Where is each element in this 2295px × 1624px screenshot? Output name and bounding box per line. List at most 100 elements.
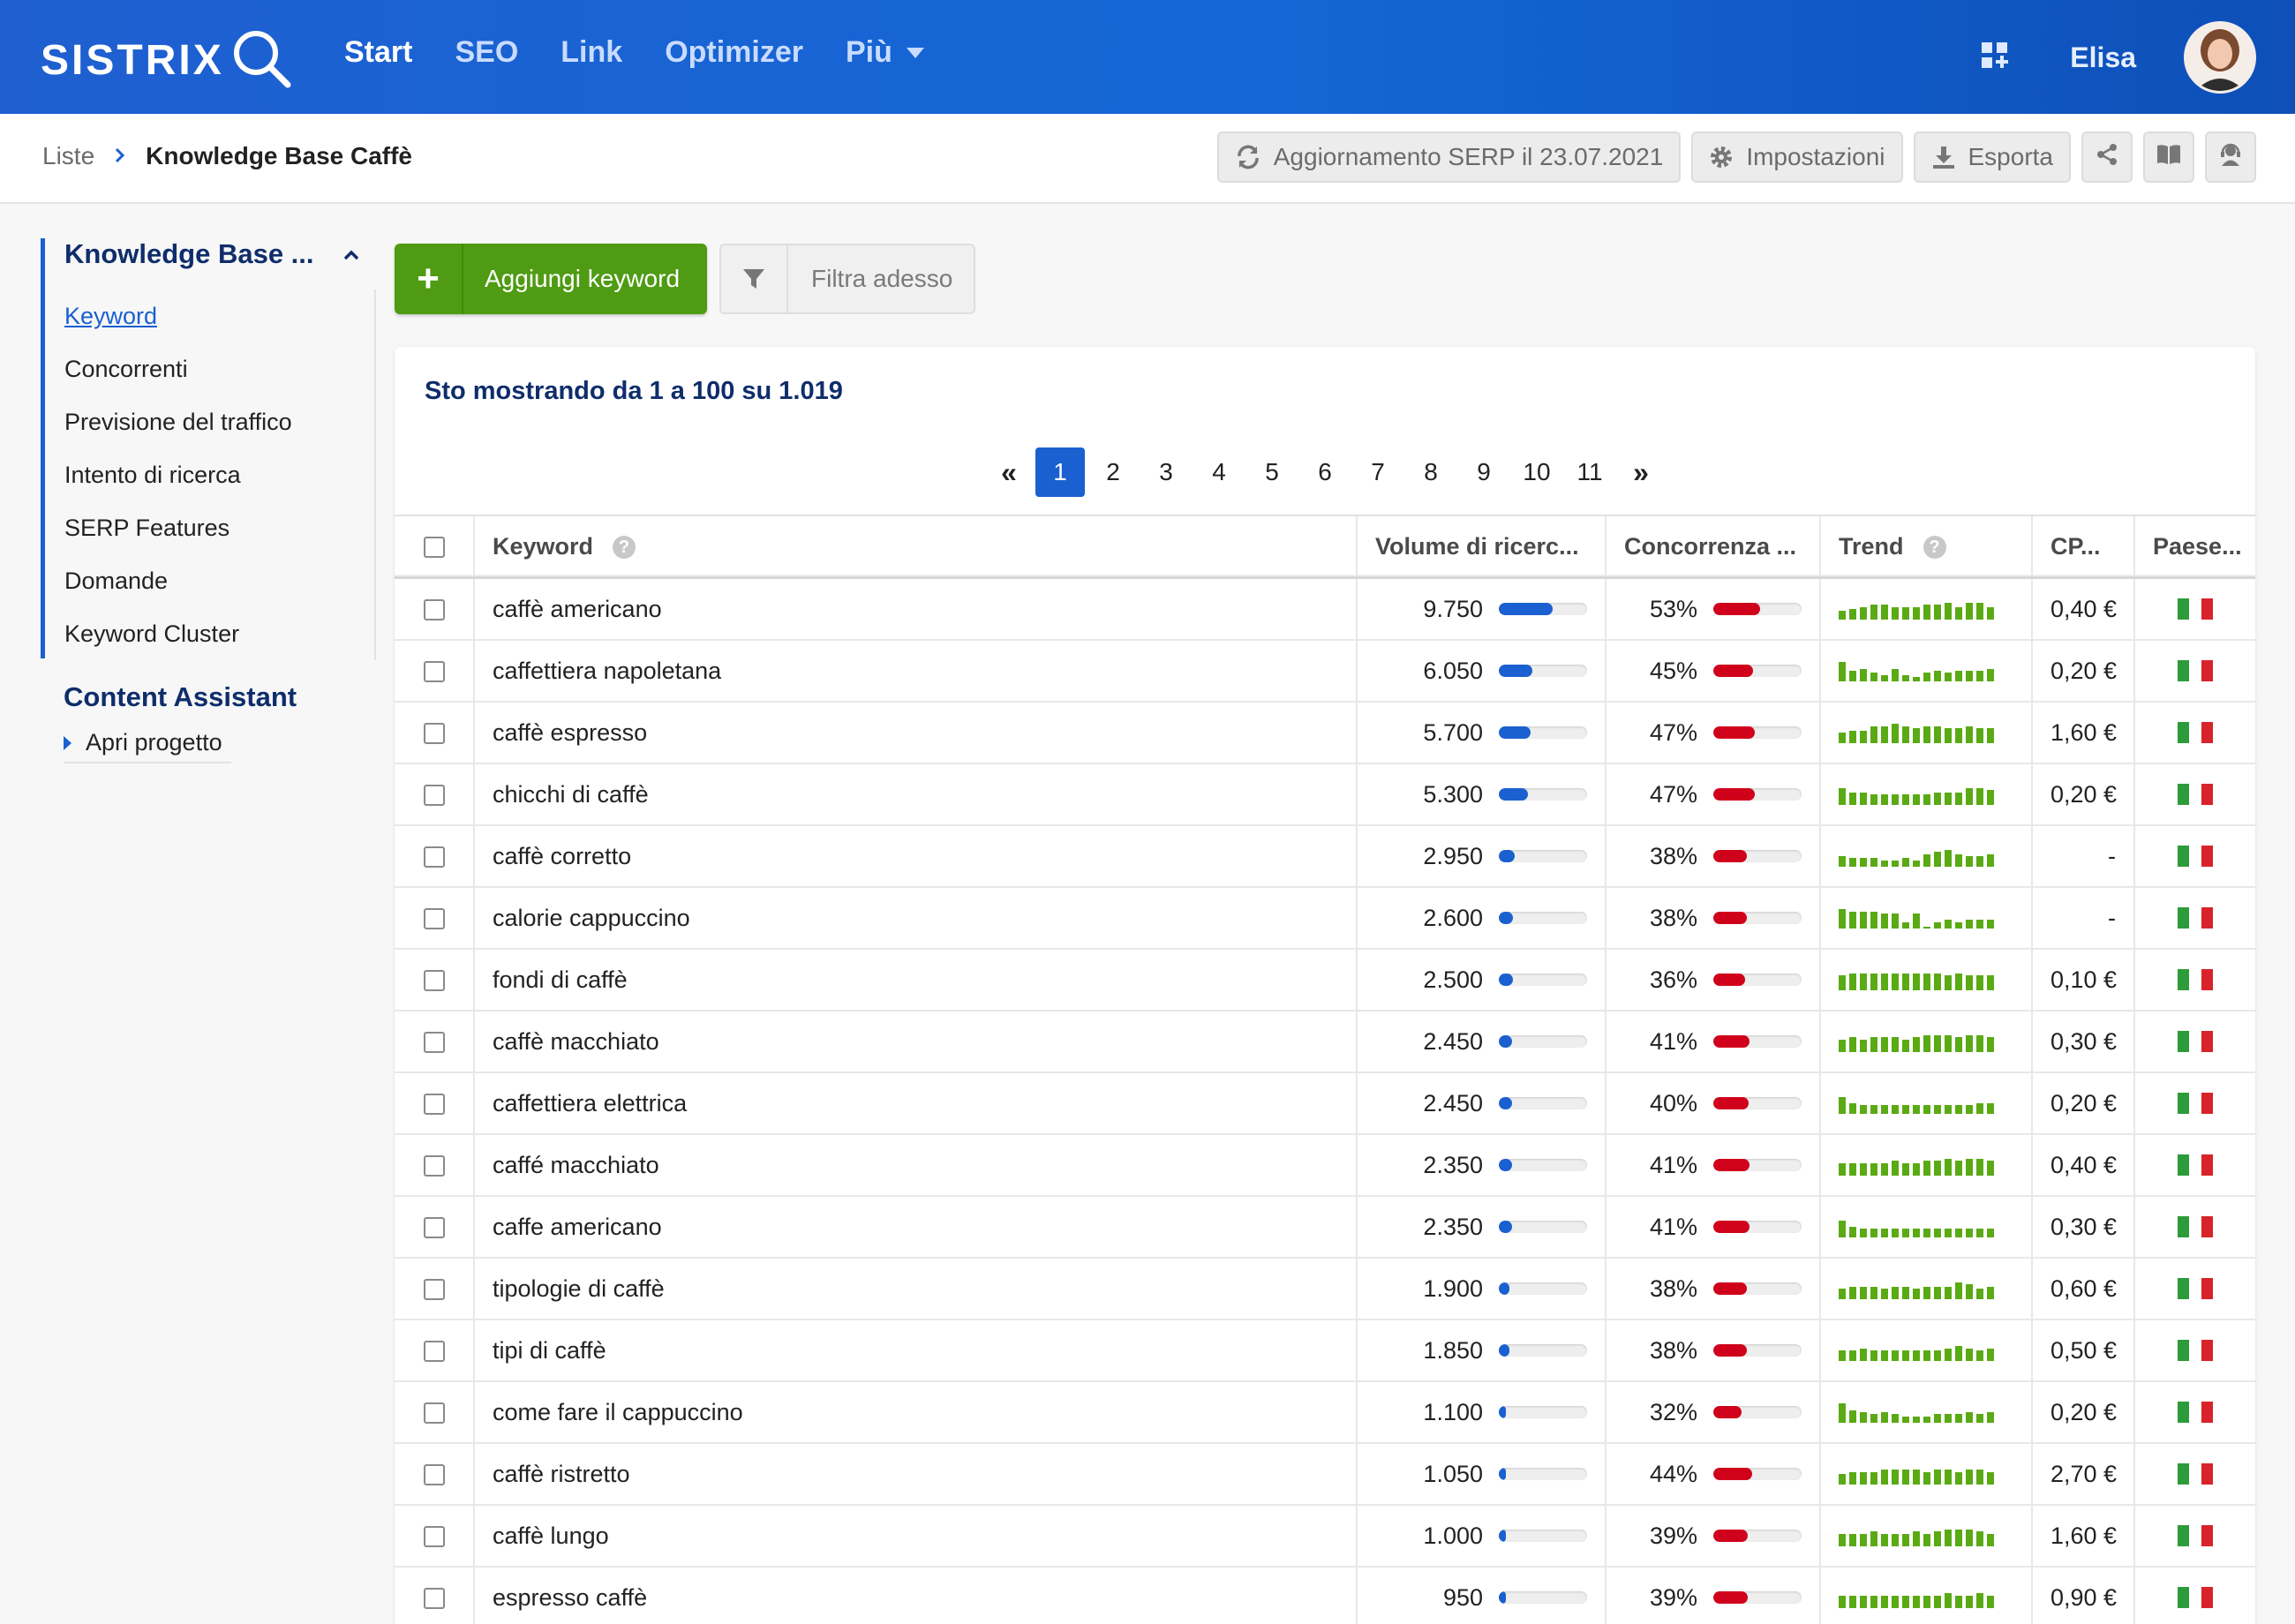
row-checkbox[interactable] xyxy=(423,1588,445,1610)
add-keyword-button[interactable]: + Aggiungi keyword xyxy=(395,244,707,314)
sidebar-item-keyword[interactable]: Keyword xyxy=(64,289,374,342)
breadcrumb-root-link[interactable]: Liste xyxy=(42,142,94,170)
page-button-3[interactable]: 3 xyxy=(1141,447,1191,497)
keyword-cell[interactable]: fondi di caffè xyxy=(473,949,1357,1011)
column-header-trend[interactable]: Trend? xyxy=(1819,515,2032,579)
row-checkbox[interactable] xyxy=(423,785,445,807)
help-icon[interactable]: ? xyxy=(1923,536,1946,560)
page-button-8[interactable]: 8 xyxy=(1406,447,1456,497)
row-checkbox[interactable] xyxy=(423,1217,445,1239)
nav-link[interactable]: Link xyxy=(561,35,622,70)
table-row[interactable]: caffè ristretto 1.050 44% 2,70 € xyxy=(395,1443,2255,1506)
share-button[interactable] xyxy=(2081,132,2133,183)
table-row[interactable]: caffe americano 2.350 41% 0,30 € xyxy=(395,1196,2255,1259)
table-row[interactable]: fondi di caffè 2.500 36% 0,10 € xyxy=(395,949,2255,1011)
keyword-cell[interactable]: come fare il cappuccino xyxy=(473,1381,1357,1444)
trend-cell[interactable] xyxy=(1819,702,2032,764)
trend-cell[interactable] xyxy=(1819,763,2032,826)
keyword-cell[interactable]: caffettiera elettrica xyxy=(473,1072,1357,1135)
sistrix-logo[interactable]: SISTRIX xyxy=(41,26,293,94)
keyword-cell[interactable]: caffettiera napoletana xyxy=(473,640,1357,703)
trend-cell[interactable] xyxy=(1819,1567,2032,1624)
page-button-9[interactable]: 9 xyxy=(1459,447,1509,497)
nav-optimizer[interactable]: Optimizer xyxy=(665,35,803,70)
export-button[interactable]: Esporta xyxy=(1913,132,2071,183)
row-checkbox[interactable] xyxy=(423,1341,445,1363)
keyword-cell[interactable]: caffe americano xyxy=(473,1196,1357,1259)
column-header-competition[interactable]: Concorrenza ... xyxy=(1605,515,1820,579)
table-row[interactable]: caffè corretto 2.950 38% - xyxy=(395,825,2255,888)
keyword-cell[interactable]: caffè espresso xyxy=(473,702,1357,764)
page-button-2[interactable]: 2 xyxy=(1088,447,1138,497)
row-checkbox[interactable] xyxy=(423,908,445,930)
keyword-cell[interactable]: caffé macchiato xyxy=(473,1134,1357,1197)
row-checkbox[interactable] xyxy=(423,970,445,992)
filter-button[interactable]: Filtra adesso xyxy=(719,244,975,314)
page-button-11[interactable]: 11 xyxy=(1565,447,1614,497)
row-checkbox[interactable] xyxy=(423,661,445,683)
row-checkbox[interactable] xyxy=(423,846,445,868)
row-checkbox[interactable] xyxy=(423,1155,445,1177)
trend-cell[interactable] xyxy=(1819,577,2032,641)
handbook-button[interactable] xyxy=(2143,132,2194,183)
last-page-button[interactable]: » xyxy=(1616,447,1666,497)
keyword-cell[interactable]: calorie cappuccino xyxy=(473,887,1357,950)
row-checkbox[interactable] xyxy=(423,1094,445,1116)
table-row[interactable]: caffettiera elettrica 2.450 40% 0,20 € xyxy=(395,1072,2255,1135)
user-avatar[interactable] xyxy=(2184,21,2256,94)
table-row[interactable]: caffè lungo 1.000 39% 1,60 € xyxy=(395,1505,2255,1568)
table-row[interactable]: come fare il cappuccino 1.100 32% 0,20 € xyxy=(395,1381,2255,1444)
trend-cell[interactable] xyxy=(1819,1072,2032,1135)
trend-cell[interactable] xyxy=(1819,825,2032,888)
column-header-volume[interactable]: Volume di ricerc... xyxy=(1356,515,1606,579)
user-name[interactable]: Elisa xyxy=(2070,41,2136,74)
keyword-cell[interactable]: espresso caffè xyxy=(473,1567,1357,1624)
column-header-country[interactable]: Paese... xyxy=(2133,515,2255,579)
nav-start[interactable]: Start xyxy=(344,35,412,70)
keyword-cell[interactable]: tipi di caffè xyxy=(473,1320,1357,1382)
keyword-cell[interactable]: caffè macchiato xyxy=(473,1011,1357,1073)
table-row[interactable]: calorie cappuccino 2.600 38% - xyxy=(395,887,2255,950)
keyword-cell[interactable]: chicchi di caffè xyxy=(473,763,1357,826)
table-row[interactable]: espresso caffè 950 39% 0,90 € xyxy=(395,1567,2255,1624)
column-header-cpc[interactable]: CP... xyxy=(2031,515,2134,579)
page-button-5[interactable]: 5 xyxy=(1247,447,1297,497)
row-checkbox[interactable] xyxy=(423,1279,445,1301)
keyword-cell[interactable]: caffè ristretto xyxy=(473,1443,1357,1506)
apps-grid-icon[interactable] xyxy=(1980,41,2010,75)
column-header-keyword[interactable]: Keyword? xyxy=(473,515,1357,579)
row-checkbox[interactable] xyxy=(423,1464,445,1486)
project-title[interactable]: Knowledge Base ... xyxy=(64,238,376,270)
trend-cell[interactable] xyxy=(1819,949,2032,1011)
table-row[interactable]: tipi di caffè 1.850 38% 0,50 € xyxy=(395,1320,2255,1382)
row-checkbox[interactable] xyxy=(423,1402,445,1425)
page-button-1[interactable]: 1 xyxy=(1035,447,1085,497)
help-icon[interactable]: ? xyxy=(613,536,636,560)
sidebar-item-search-intent[interactable]: Intento di ricerca xyxy=(64,448,374,501)
trend-cell[interactable] xyxy=(1819,1258,2032,1320)
first-page-button[interactable]: « xyxy=(984,447,1034,497)
page-button-10[interactable]: 10 xyxy=(1512,447,1561,497)
trend-cell[interactable] xyxy=(1819,1320,2032,1382)
select-all-checkbox[interactable] xyxy=(423,537,445,559)
row-checkbox[interactable] xyxy=(423,599,445,621)
support-button[interactable] xyxy=(2205,132,2256,183)
table-row[interactable]: caffettiera napoletana 6.050 45% 0,20 € xyxy=(395,640,2255,703)
open-project-link[interactable]: Apri progetto xyxy=(64,729,231,763)
settings-button[interactable]: Impostazioni xyxy=(1691,132,1903,183)
row-checkbox[interactable] xyxy=(423,1032,445,1054)
keyword-cell[interactable]: tipologie di caffè xyxy=(473,1258,1357,1320)
table-row[interactable]: tipologie di caffè 1.900 38% 0,60 € xyxy=(395,1258,2255,1320)
table-row[interactable]: caffè americano 9.750 53% 0,40 € xyxy=(395,577,2255,641)
sidebar-item-serp-features[interactable]: SERP Features xyxy=(64,501,374,554)
trend-cell[interactable] xyxy=(1819,640,2032,703)
table-row[interactable]: chicchi di caffè 5.300 47% 0,20 € xyxy=(395,763,2255,826)
nav-more[interactable]: Più xyxy=(846,35,924,70)
sidebar-item-traffic-forecast[interactable]: Previsione del traffico xyxy=(64,395,374,448)
nav-seo[interactable]: SEO xyxy=(455,35,518,70)
sidebar-item-competitors[interactable]: Concorrenti xyxy=(64,342,374,395)
trend-cell[interactable] xyxy=(1819,1134,2032,1197)
keyword-cell[interactable]: caffè corretto xyxy=(473,825,1357,888)
serp-update-button[interactable]: Aggiornamento SERP il 23.07.2021 xyxy=(1216,132,1682,183)
table-row[interactable]: caffè macchiato 2.450 41% 0,30 € xyxy=(395,1011,2255,1073)
